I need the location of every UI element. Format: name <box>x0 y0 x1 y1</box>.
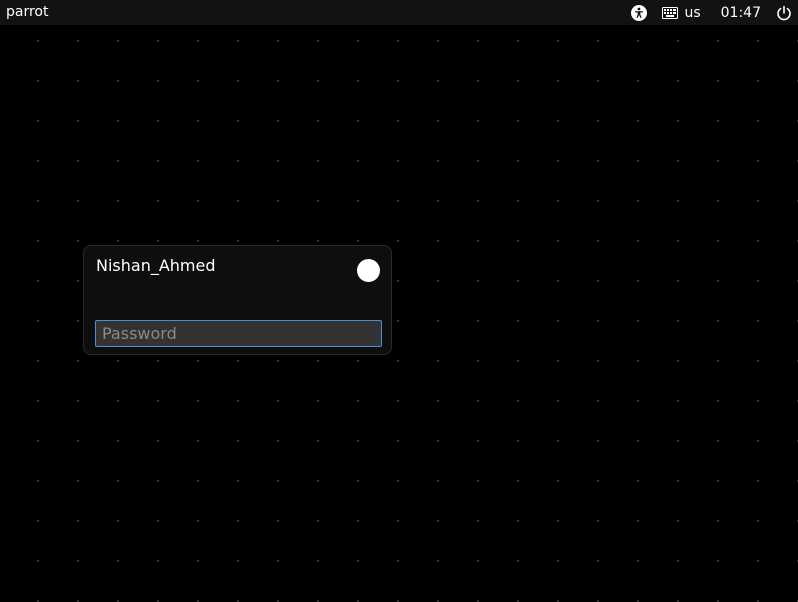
password-field[interactable] <box>95 320 382 347</box>
username-label: Nishan_Ahmed <box>96 256 216 275</box>
keyboard-layout-label: us <box>684 4 701 21</box>
login-panel: Nishan_Ahmed <box>83 245 392 355</box>
top-panel: parrot us 01:47 <box>0 0 798 25</box>
hostname-label: parrot <box>6 4 49 20</box>
login-screen: parrot us 01:47 Nishan_Ahmed <box>0 0 798 602</box>
clock-label[interactable]: 01:47 <box>721 0 761 25</box>
power-menu[interactable] <box>776 0 792 25</box>
accessibility-menu[interactable] <box>631 0 662 25</box>
keyboard-layout-menu[interactable]: us <box>662 0 701 25</box>
panel-indicators: us 01:47 <box>631 0 792 25</box>
session-dot-icon[interactable] <box>357 259 380 282</box>
accessibility-icon[interactable] <box>631 4 648 21</box>
keyboard-icon <box>662 6 679 19</box>
power-icon[interactable] <box>776 5 792 21</box>
